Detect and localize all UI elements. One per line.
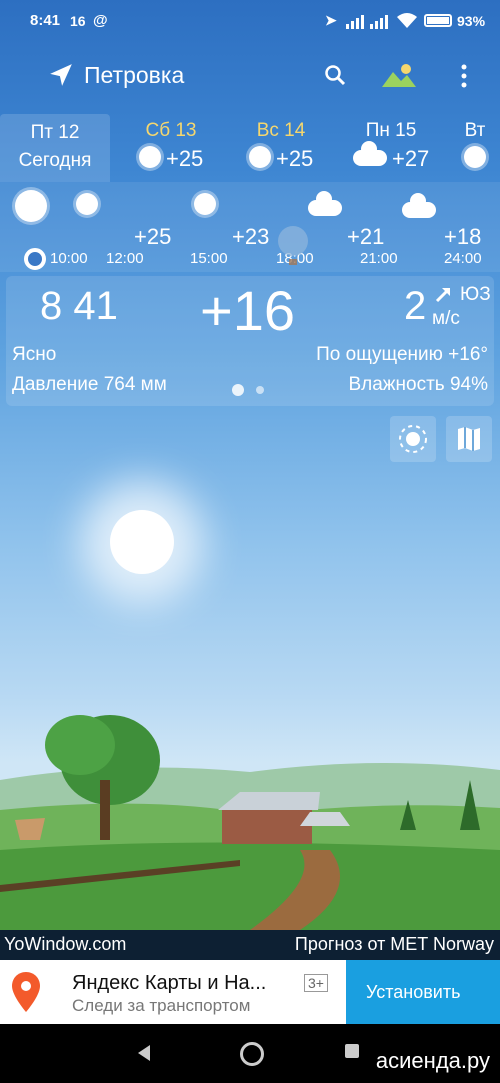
day-tab-tue[interactable]: Вт [450, 114, 500, 182]
sun-cloud-icon [138, 146, 161, 168]
sun-icon [15, 190, 47, 222]
ad-subtitle: Следи за транспортом [72, 996, 251, 1015]
hourly-time: 12:00 [106, 250, 144, 267]
toolbar: Петровка [0, 50, 500, 104]
sun-cloud-icon [76, 193, 98, 215]
wind-speed: 2 [404, 284, 427, 328]
page-dot-active[interactable] [232, 384, 244, 396]
day-tab-sun[interactable]: Вс 14 +25 [226, 114, 336, 182]
day-tab-name: Сб 13 [145, 120, 197, 141]
day-tab-sub: Сегодня [18, 150, 92, 171]
location-arrow-icon[interactable] [48, 62, 74, 93]
landscape-icon[interactable] [380, 62, 418, 93]
day-tab-temp: +27 [391, 146, 430, 171]
signal-icon [346, 13, 388, 33]
ad-banner[interactable]: Яндекс Карты и На... 3+ Следи за транспо… [0, 960, 500, 1024]
battery-icon [424, 14, 452, 27]
watermark: асиенда.ру [375, 1048, 490, 1073]
hourly-temp: +23 [232, 224, 270, 249]
hourly-time: 21:00 [360, 250, 398, 267]
location-name[interactable]: Петровка [84, 62, 184, 89]
more-menu-icon[interactable] [460, 64, 468, 93]
status-time: 8:41 [30, 12, 61, 29]
sun-settings-button[interactable] [390, 416, 436, 462]
day-tab-today[interactable]: Пт 12 Сегодня [0, 114, 110, 182]
day-tab-temp: +25 [275, 146, 314, 171]
landscape-illustration [0, 700, 500, 930]
hourly-time: 24:00 [444, 250, 482, 267]
forecast-source[interactable]: Прогноз от MET Norway [295, 934, 494, 955]
wifi-icon [396, 12, 418, 33]
status-at-icon: @ [93, 12, 108, 29]
sun-cloud-icon [464, 146, 486, 168]
cloud-icon [402, 193, 437, 218]
day-tab-temp: +25 [165, 146, 204, 171]
current-time-marker-icon [24, 248, 46, 270]
back-icon[interactable] [136, 1044, 152, 1067]
day-tab-name: Вт [464, 120, 486, 141]
brand-link[interactable]: YoWindow.com [4, 934, 126, 955]
sun-illustration [110, 510, 174, 574]
search-icon[interactable] [324, 64, 346, 91]
hot-air-balloon-icon [276, 226, 310, 266]
ad-title: Яндекс Карты и На... [72, 972, 267, 994]
install-label: Установить [366, 982, 461, 1002]
day-tab-name: Пн 15 [365, 120, 417, 141]
map-pin-icon [12, 972, 40, 1017]
sun-cloud-icon [194, 193, 216, 215]
ad-age-badge: 3+ [304, 974, 328, 992]
weather-condition: Ясно [12, 344, 57, 365]
hourly-temp: +18 [444, 224, 482, 249]
battery-percent: 93% [457, 13, 486, 29]
wind-direction: ЮЗ [460, 284, 491, 305]
day-tab-sat[interactable]: Сб 13 +25 [116, 114, 226, 182]
hourly-temp: +25 [134, 224, 172, 249]
day-tab-mon[interactable]: Пн 15 +27 [336, 114, 446, 182]
current-temp: +16 [200, 279, 295, 342]
hourly-now-time: 10:00 [50, 250, 88, 267]
feels-like: По ощущению +16° [316, 344, 488, 365]
cloud-icon [308, 191, 342, 216]
day-tab-name: Вс 14 [256, 120, 306, 141]
recents-icon[interactable] [345, 1044, 359, 1058]
pressure: Давление 764 мм [12, 374, 167, 395]
wind-arrow-icon [434, 286, 452, 309]
install-button[interactable]: Установить [346, 960, 500, 1024]
humidity: Влажность 94% [348, 374, 488, 395]
sun-cloud-icon [248, 146, 271, 168]
navigation-bar: асиенда.ру [0, 1024, 500, 1083]
location-arrow-icon: ➤ [325, 12, 337, 28]
current-time: 8 41 [40, 284, 118, 328]
wind-unit: м/с [432, 308, 460, 329]
hourly-time: 15:00 [190, 250, 228, 267]
day-tab-name: Пт 12 [30, 122, 80, 143]
status-temp: 16 [70, 13, 86, 29]
page-dot[interactable] [256, 386, 264, 394]
sun-settings-icon [399, 425, 427, 453]
hourly-temp: +21 [347, 224, 385, 249]
footer-bar: YoWindow.com Прогноз от MET Norway [0, 930, 500, 960]
status-bar: 8:41 16 @ ➤ 93% [0, 0, 500, 44]
map-icon [458, 427, 480, 451]
cloud-icon [352, 141, 387, 166]
home-icon[interactable] [240, 1042, 264, 1066]
map-button[interactable] [446, 416, 492, 462]
